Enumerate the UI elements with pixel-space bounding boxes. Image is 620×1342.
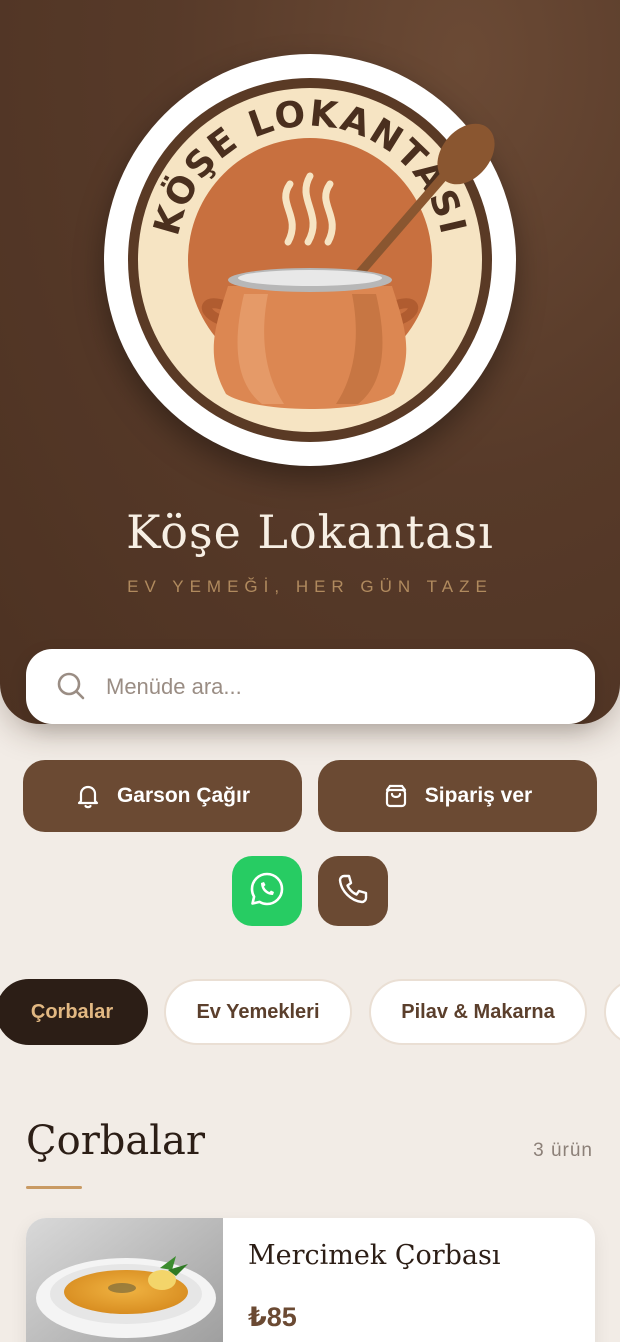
category-tabs: Çorbalar Ev Yemekleri Pilav & Makarna (0, 979, 620, 1045)
tab-ev-yemekleri[interactable]: Ev Yemekleri (164, 979, 352, 1045)
tab-next-partial[interactable] (604, 979, 620, 1045)
section-underline (26, 1186, 82, 1189)
section-item-count: 3 ürün (533, 1140, 593, 1161)
phone-icon (336, 872, 370, 911)
tab-pilav-makarna[interactable]: Pilav & Makarna (369, 979, 587, 1045)
phone-button[interactable] (318, 856, 388, 926)
product-price: ₺85 (248, 1302, 297, 1332)
tab-label: Pilav & Makarna (401, 1000, 555, 1023)
restaurant-logo: KÖŞE LOKANTASI (104, 54, 516, 466)
order-button[interactable]: Sipariş ver (318, 760, 597, 832)
call-waiter-label: Garson Çağır (116, 784, 251, 807)
bell-icon (75, 783, 101, 809)
restaurant-name: Köşe Lokantası (126, 505, 494, 559)
search-icon (56, 671, 86, 701)
shopping-bag-icon (383, 783, 409, 809)
restaurant-tagline: EV YEMEĞİ, HER GÜN TAZE (127, 577, 493, 596)
tab-label: Ev Yemekleri (196, 1000, 320, 1023)
hero-header: KÖŞE LOKANTASI Köşe Lokantası EV YEMEĞİ,… (0, 0, 620, 724)
whatsapp-icon (248, 870, 286, 913)
search-bar (26, 649, 595, 724)
tab-corbalar[interactable]: Çorbalar (0, 979, 148, 1045)
product-image (26, 1218, 223, 1342)
product-card[interactable]: Mercimek Çorbası ₺85 (26, 1218, 595, 1342)
tab-label: Çorbalar (30, 1000, 114, 1023)
call-waiter-button[interactable]: Garson Çağır (23, 760, 302, 832)
order-label: Sipariş ver (424, 784, 533, 807)
whatsapp-button[interactable] (232, 856, 302, 926)
section-title: Çorbalar (26, 1118, 206, 1164)
search-input[interactable] (106, 665, 566, 709)
product-name: Mercimek Çorbası (248, 1240, 501, 1271)
